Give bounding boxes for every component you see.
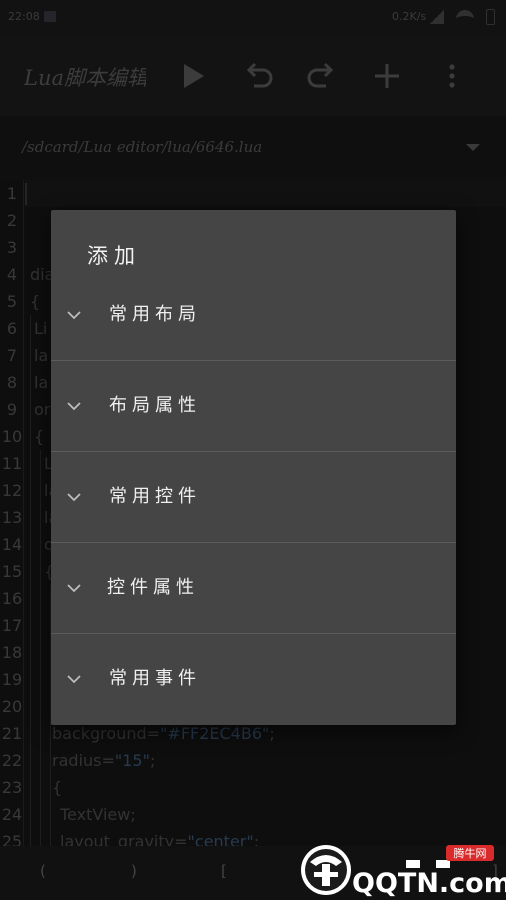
group-common-layouts[interactable]: 常用布局 xyxy=(51,270,456,360)
code-line: Li xyxy=(34,319,48,338)
symbol-key[interactable]: ( xyxy=(40,862,46,880)
code-line: radius="15"; xyxy=(52,747,155,774)
chevron-down-icon xyxy=(67,675,81,684)
line-number: 9 xyxy=(6,400,18,419)
indent-guide xyxy=(30,315,31,846)
code-line: layout_gravity="center"; xyxy=(60,828,259,846)
line-number: 18 xyxy=(1,643,23,662)
group-common-events[interactable]: 常用事件 xyxy=(51,634,456,724)
code-string: "center" xyxy=(187,832,254,846)
code-punct: ; xyxy=(253,832,260,846)
line-number: 4 xyxy=(6,265,18,284)
line-number: 23 xyxy=(1,778,23,797)
group-label: 控件属性 xyxy=(107,577,199,598)
line-number: 2 xyxy=(6,211,18,230)
code-string: "#FF2EC4B6" xyxy=(160,724,270,743)
net-speed: 0.2K/s xyxy=(392,10,427,23)
code-key: background= xyxy=(52,724,161,743)
group-widget-attributes[interactable]: 控件属性 xyxy=(51,543,456,633)
line-number: 7 xyxy=(6,346,18,365)
more-button[interactable] xyxy=(430,54,474,98)
redo-button[interactable] xyxy=(300,54,344,98)
code-line: TextView; xyxy=(60,805,136,824)
code-line: la xyxy=(34,346,49,365)
run-button[interactable] xyxy=(170,54,214,98)
status-bar: 22:08 0.2K/s xyxy=(0,0,506,36)
group-label: 布局属性 xyxy=(109,395,201,416)
watermark-text: QQTN.com xyxy=(352,868,506,899)
group-label: 常用事件 xyxy=(109,668,201,689)
line-number: 19 xyxy=(1,670,23,689)
battery-icon xyxy=(486,9,495,25)
file-path-bar[interactable]: /sdcard/Lua editor/lua/6646.lua xyxy=(0,116,506,180)
line-number: 25 xyxy=(1,832,23,846)
group-common-widgets[interactable]: 常用控件 xyxy=(51,452,456,542)
dropdown-arrow-icon[interactable] xyxy=(466,144,480,151)
redo-icon xyxy=(307,62,334,88)
line-number: 11 xyxy=(1,454,23,473)
code-key: radius= xyxy=(52,751,115,770)
line-number: 5 xyxy=(6,292,18,311)
chevron-down-icon xyxy=(67,402,81,411)
symbol-key[interactable]: ) xyxy=(131,862,137,880)
code-line: { xyxy=(30,292,41,311)
line-number: 16 xyxy=(1,589,23,608)
play-icon xyxy=(184,64,204,88)
code-key: layout_gravity= xyxy=(60,832,188,846)
line-number: 3 xyxy=(6,238,18,257)
chevron-down-icon xyxy=(67,493,81,502)
line-number: 8 xyxy=(6,373,18,392)
current-line-highlight xyxy=(25,180,506,207)
group-label: 常用布局 xyxy=(109,304,201,325)
undo-button[interactable] xyxy=(236,54,280,98)
signal-icon xyxy=(430,10,444,24)
undo-icon xyxy=(246,62,273,88)
line-number: 17 xyxy=(1,616,23,635)
line-number: 10 xyxy=(1,427,23,446)
line-number: 13 xyxy=(1,508,23,527)
code-line: { xyxy=(34,427,45,446)
dialog-title: 添加 xyxy=(87,244,141,268)
line-number: 6 xyxy=(6,319,18,338)
watermark-badge: 腾牛网 xyxy=(454,846,487,860)
line-number: 24 xyxy=(1,805,23,824)
add-dialog: 添加 常用布局 布局属性 常用控件 控件属性 常用事件 xyxy=(51,210,456,725)
app-title: Lua脚本编辑器 xyxy=(24,66,146,90)
line-number: 22 xyxy=(1,751,23,770)
add-button[interactable] xyxy=(365,54,409,98)
line-number: 20 xyxy=(1,697,23,716)
watermark-logo: 腾牛网 QQTN.com xyxy=(296,840,506,900)
chevron-down-icon xyxy=(67,311,81,320)
chevron-down-icon xyxy=(67,584,81,593)
line-number: 15 xyxy=(1,562,23,581)
line-number: 21 xyxy=(1,724,23,743)
code-line: or xyxy=(34,400,51,419)
indent-guide xyxy=(40,450,41,846)
code-string: "15" xyxy=(114,751,150,770)
add-icon xyxy=(375,64,399,88)
code-punct: ; xyxy=(269,724,275,743)
group-layout-attributes[interactable]: 布局属性 xyxy=(51,361,456,451)
status-time: 22:08 xyxy=(8,10,40,23)
group-label: 常用控件 xyxy=(109,486,201,507)
wifi-icon xyxy=(456,10,474,24)
text-cursor xyxy=(25,183,27,205)
file-path: /sdcard/Lua editor/lua/6646.lua xyxy=(22,138,263,156)
toolbar: Lua脚本编辑器 xyxy=(0,36,506,116)
line-number: 1 xyxy=(6,184,18,203)
code-punct: ; xyxy=(149,751,156,770)
notification-icon xyxy=(44,11,56,22)
symbol-key[interactable]: [ xyxy=(221,862,227,880)
code-line: la xyxy=(34,373,49,392)
more-vert-icon xyxy=(449,64,455,88)
line-number: 12 xyxy=(1,481,23,500)
code-line: { xyxy=(52,778,63,797)
line-number: 14 xyxy=(1,535,23,554)
